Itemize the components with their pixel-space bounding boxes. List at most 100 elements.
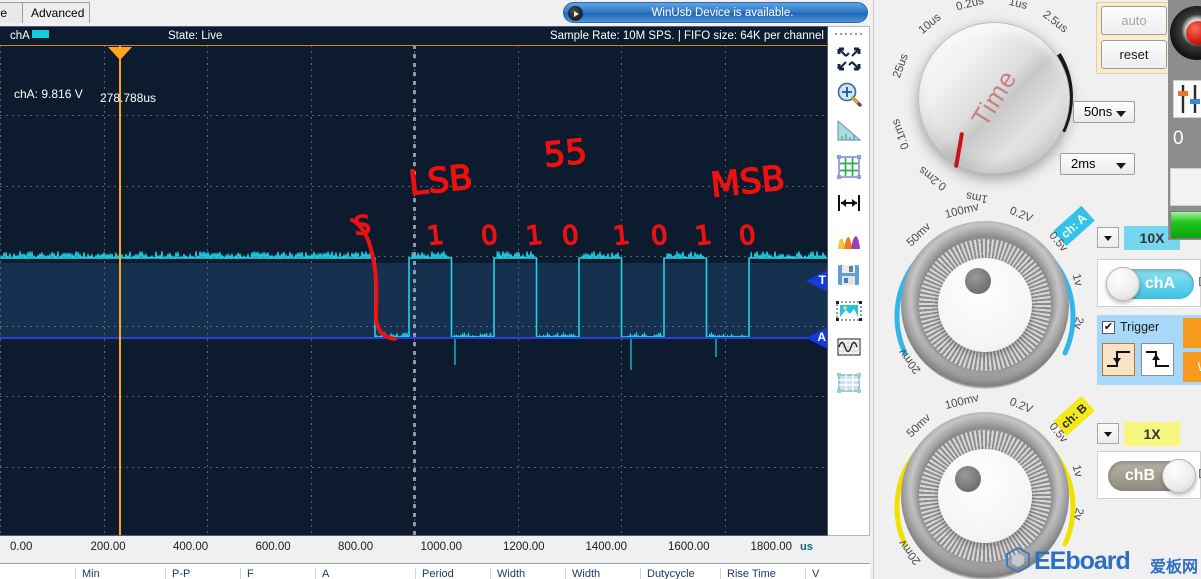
cursor-time-label: 278.788us [100,91,156,105]
channel-b-toggle-knob[interactable] [1162,459,1196,493]
x-axis-tick: 0.00 [10,541,32,553]
annotation-text: 0 [650,220,670,252]
channel-a-toggle-knob[interactable] [1106,267,1140,301]
table-icon[interactable] [831,365,867,401]
x-axis-tick: 200.00 [91,541,126,553]
sliders-icon[interactable] [1173,80,1201,118]
x-axis-tick: 1800.00 [751,541,793,553]
measurement-column-header: Period [415,568,490,579]
scope-display[interactable]: chA State: Live Sample Rate: 10M SPS. | … [0,26,828,536]
measurement-column-header: F [240,568,315,579]
stop-button[interactable]: Sto [1183,318,1201,348]
scope-sample-rate-label: Sample Rate: 10M SPS. | FIFO size: 64K p… [550,27,824,45]
toolbar-grip[interactable] [835,31,863,37]
trigger-status-button[interactable]: Waitti [1183,352,1201,382]
measurement-column-header: Width [565,568,640,579]
channel-a-toggle[interactable]: chA [1108,269,1194,299]
scope-info-bar: chA State: Live Sample Rate: 10M SPS. | … [0,27,827,45]
measurement-column-header: Rise Time [720,568,805,579]
usb-status-text: WinUsb Device is available. [652,7,794,19]
usb-status-banner: WinUsb Device is available. [563,2,868,23]
device-value-readout: 0 [1173,128,1184,150]
histogram-icon[interactable] [831,221,867,257]
annotation-text: 0 [561,220,581,252]
scope-application-area: ope Advanced WinUsb Device is available.… [0,0,870,579]
trigger-label: Trigger [1120,320,1159,334]
channel-badge-label: chA [10,30,30,42]
width-arrows-icon[interactable] [831,185,867,221]
annotation-text: 1 [525,220,545,252]
scope-channel-badge: chA [10,27,49,45]
annotation-text: MSB [709,158,787,206]
chevron-down-icon[interactable] [1097,227,1119,248]
save-icon[interactable] [831,257,867,293]
auto-button[interactable]: auto [1101,6,1167,35]
channel-b-probe-value[interactable]: 1X [1124,422,1180,446]
x-axis-tick: 1000.00 [421,541,463,553]
measurement-table[interactable]: Min P-P F A Period Width Width Dutycycle Rise Ti… [0,563,870,579]
device-green-indicator[interactable] [1170,211,1201,239]
grid-icon[interactable] [831,149,867,185]
rising-edge-icon[interactable] [1102,343,1135,376]
device-white-indicator[interactable] [1170,168,1201,206]
annotation-text: 1 [612,220,632,252]
x-axis-tick: 1400.00 [586,541,628,553]
time-coarse-value: 2ms [1071,156,1096,171]
channel-voltage-readout: chA: 9.816 V [14,87,83,101]
channel-a-knob-dimple [965,268,991,294]
measurement-column-header: Width [490,568,565,579]
channel-b-knob[interactable] [938,449,1032,543]
x-axis-labels: us 0.00 200.00 400.00 600.00 800.00 1000.00 12… [0,538,828,558]
falling-edge-icon[interactable] [1141,343,1174,376]
channel-color-swatch [32,30,49,38]
measurement-column-header: P-P [165,568,240,579]
waveform-icon[interactable] [831,329,867,365]
scope-state-label: State: Live [168,27,222,45]
knob-scale-label: 2v [1071,316,1085,330]
trigger-panel: ✔ Trigger Sto Waitti [1097,315,1201,385]
chevron-down-icon[interactable] [1097,423,1119,444]
x-axis-unit: us [800,541,813,553]
ruler-icon[interactable] [831,113,867,149]
x-axis-tick: 800.00 [338,541,373,553]
annotation-text: 0 [480,220,500,252]
channel-b-probe-row[interactable]: 1X [1097,422,1183,446]
channel-b-knob-dimple [955,466,981,492]
x-axis-tick: 400.00 [173,541,208,553]
fit-screen-icon[interactable] [831,41,867,77]
chevron-down-icon [1116,163,1126,169]
scope-plot[interactable]: T A LSB 55 MSB S 1 0 1 0 1 0 1 0 [0,45,828,536]
time-fine-value: 50ns [1084,104,1112,119]
time-coarse-select[interactable]: 2ms [1060,153,1135,175]
time-fine-select[interactable]: 50ns [1073,101,1135,123]
annotation-text: 1 [426,220,446,252]
tab-underline [0,23,870,25]
measurement-column-header: A [315,568,415,579]
scope-tool-palette[interactable] [828,26,870,536]
chevron-down-icon [1116,111,1126,117]
annotation-text: 0 [738,220,758,252]
measurement-column-header: V [805,568,870,579]
channel-b-toggle-box: chB DC [1097,451,1201,499]
trigger-checkbox[interactable]: ✔ [1102,321,1115,334]
x-axis-tick: 1200.00 [503,541,545,553]
channel-b-toggle[interactable]: chB [1108,461,1194,491]
image-export-icon[interactable] [831,293,867,329]
tab-advanced[interactable]: Advanced [22,2,90,23]
trigger-cursor-top-rule [0,45,828,46]
measurement-column-header: Dutycycle [640,568,720,579]
auto-reset-group: auto reset [1096,2,1170,74]
annotation-text: LSB [407,157,475,203]
handwritten-annotations: LSB55MSBS 1 0 1 0 1 0 1 0 [0,45,828,536]
x-axis-tick: 1600.00 [668,541,710,553]
x-axis-tick: 600.00 [256,541,291,553]
play-circle-icon[interactable] [568,6,583,21]
measurement-column-header: Min [75,568,165,579]
channel-a-toggle-box: chA DC [1097,259,1201,307]
annotation-text: 1 [694,220,714,252]
annotation-text: 55 [542,132,589,176]
knob-scale-label: 2v [1071,507,1085,521]
trigger-cursor-handle[interactable] [108,47,132,60]
reset-button[interactable]: reset [1101,40,1167,69]
zoom-in-icon[interactable] [831,77,867,113]
